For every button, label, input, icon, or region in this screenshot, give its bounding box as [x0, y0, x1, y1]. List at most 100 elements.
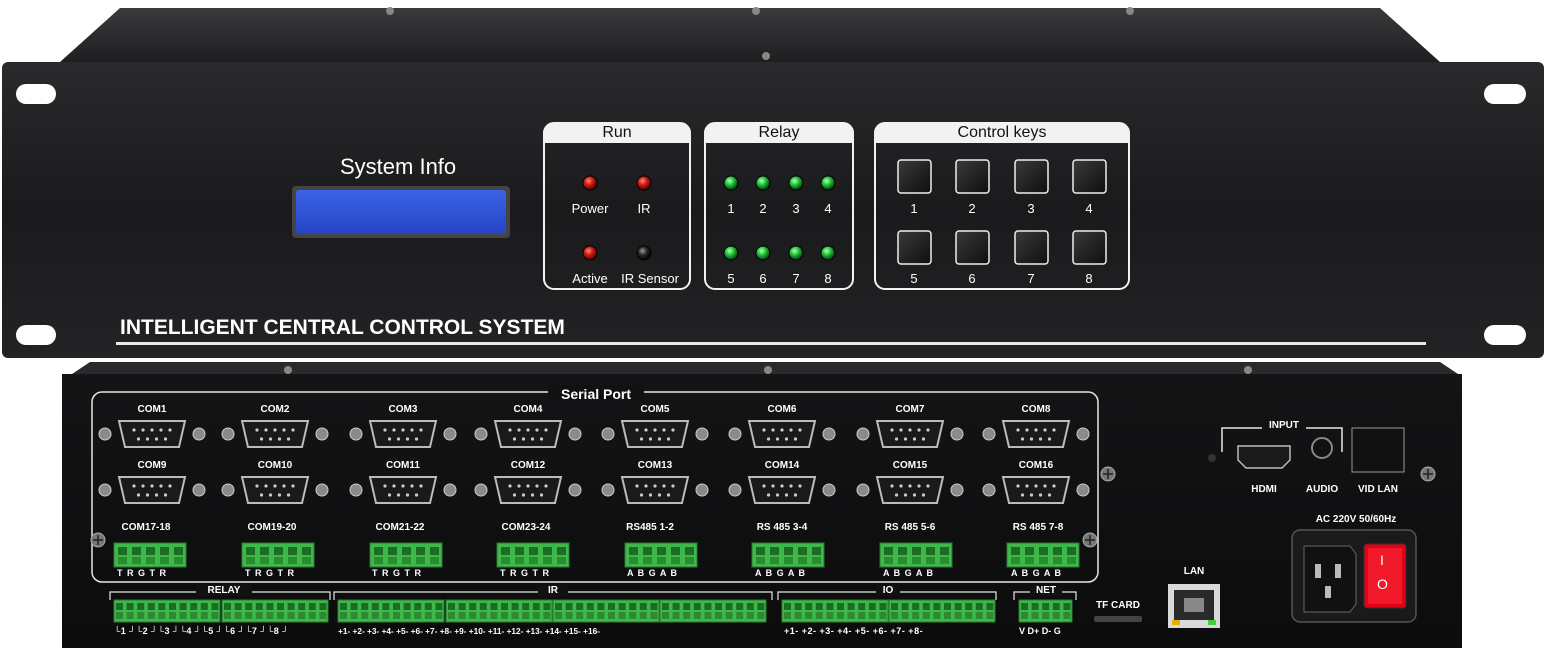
db9-pin — [1038, 493, 1043, 497]
hex-screw — [221, 427, 235, 441]
hex-screw — [315, 483, 329, 497]
terminal-slot — [565, 612, 573, 619]
db9-port[interactable] — [368, 476, 438, 504]
hex-screw — [349, 427, 363, 441]
terminal-screw — [757, 603, 765, 610]
relay-pins: └1 ┘└2 ┘└3 ┘└4 ┘└5 ┘└6 ┘└7 ┘└8 ┘ — [114, 626, 289, 636]
db9-port[interactable] — [368, 420, 438, 448]
db9-pin — [508, 484, 512, 488]
terminal-screw — [160, 547, 169, 555]
hex-screw — [474, 427, 488, 441]
terminal-screw — [986, 603, 994, 610]
led-label-power: Power — [571, 201, 609, 216]
terminal-screw — [608, 603, 615, 610]
control-key-button[interactable] — [897, 159, 932, 194]
terminal-screw — [543, 547, 552, 555]
vid-lan-label: VID LAN — [1358, 484, 1398, 495]
control-key-button[interactable] — [1014, 230, 1049, 265]
terminal-slot — [815, 612, 823, 619]
db9-pin — [150, 484, 154, 488]
db9-port[interactable] — [240, 420, 310, 448]
terminal-screw — [794, 603, 802, 610]
db9-pin — [273, 484, 277, 488]
db9-pin — [798, 428, 802, 432]
db9-port[interactable] — [493, 420, 563, 448]
relay-label-1: 1 — [727, 201, 735, 216]
terminal-screw — [1039, 547, 1048, 555]
control-key-button[interactable] — [1014, 159, 1049, 194]
db9-pin — [163, 493, 168, 497]
db9-port[interactable] — [240, 476, 310, 504]
terminal-slot — [200, 612, 208, 619]
db9-pin — [539, 437, 544, 441]
db9-pin — [635, 484, 639, 488]
db9-pin — [521, 493, 526, 497]
terminal-slot — [126, 612, 134, 619]
relay-led — [788, 245, 804, 261]
control-key-button[interactable] — [955, 230, 990, 265]
terminal-pins: A B G A B — [627, 568, 678, 578]
key-label-4: 4 — [1085, 201, 1093, 216]
db9-port[interactable] — [875, 476, 945, 504]
db9-pin — [277, 493, 282, 497]
io-group-title: IO — [876, 585, 900, 596]
terminal-screw — [424, 603, 432, 610]
terminal-slot — [837, 612, 844, 619]
key-label-7: 7 — [1027, 271, 1035, 286]
control-key-button[interactable] — [955, 159, 990, 194]
terminal-slot — [402, 557, 411, 564]
db9-port[interactable] — [493, 476, 563, 504]
terminal-slot — [403, 612, 411, 619]
db9-port[interactable] — [1001, 420, 1071, 448]
control-key-button[interactable] — [897, 230, 932, 265]
terminal-slot — [424, 612, 432, 619]
terminal-pins: T R G T R — [245, 568, 295, 578]
db9-port[interactable] — [620, 476, 690, 504]
terminal-slot — [1063, 612, 1071, 619]
db9-port[interactable] — [620, 420, 690, 448]
terminal-slot — [901, 612, 909, 619]
terminal-slot — [458, 612, 466, 619]
db9-pin — [1043, 484, 1047, 488]
db9-pin — [903, 493, 908, 497]
relay-label-8: 8 — [824, 271, 832, 286]
terminal-screw — [756, 547, 765, 555]
db9-port[interactable] — [747, 420, 817, 448]
com-label: COM15 — [892, 460, 928, 471]
db9-pin — [912, 493, 917, 497]
db9-port[interactable] — [875, 420, 945, 448]
db9-port[interactable] — [747, 476, 817, 504]
terminal-slot — [393, 612, 400, 619]
db9-pin — [268, 437, 273, 441]
net-group-title: NET — [1030, 585, 1062, 596]
terminal-label: COM21-22 — [375, 522, 425, 533]
terminal-slot — [416, 557, 425, 564]
db9-port[interactable] — [117, 420, 187, 448]
db9-pin — [141, 428, 145, 432]
terminal-screw — [933, 603, 941, 610]
terminal-screw — [1025, 547, 1034, 555]
terminal-slot — [725, 612, 733, 619]
terminal-screw — [246, 547, 255, 555]
terminal-slot — [169, 612, 176, 619]
control-key-button[interactable] — [1072, 159, 1107, 194]
terminal-screw — [868, 603, 876, 610]
db9-port[interactable] — [117, 476, 187, 504]
db9-pin — [282, 484, 286, 488]
terminal-slot — [298, 612, 306, 619]
db9-pin — [544, 428, 548, 432]
com-label: COM8 — [1021, 404, 1051, 415]
hex-screw — [98, 483, 112, 497]
terminal-screw — [672, 603, 680, 610]
db9-pin — [401, 428, 405, 432]
terminal-label: RS 485 5-6 — [884, 522, 936, 533]
db9-pin — [396, 437, 401, 441]
control-key-button[interactable] — [1072, 230, 1107, 265]
db9-port[interactable] — [1001, 476, 1071, 504]
hex-screw — [474, 483, 488, 497]
db9-pin — [401, 484, 405, 488]
db9-pin — [539, 493, 544, 497]
terminal-slot — [414, 612, 422, 619]
led-label-ir: IR — [637, 201, 651, 216]
terminal-slot — [657, 557, 666, 564]
